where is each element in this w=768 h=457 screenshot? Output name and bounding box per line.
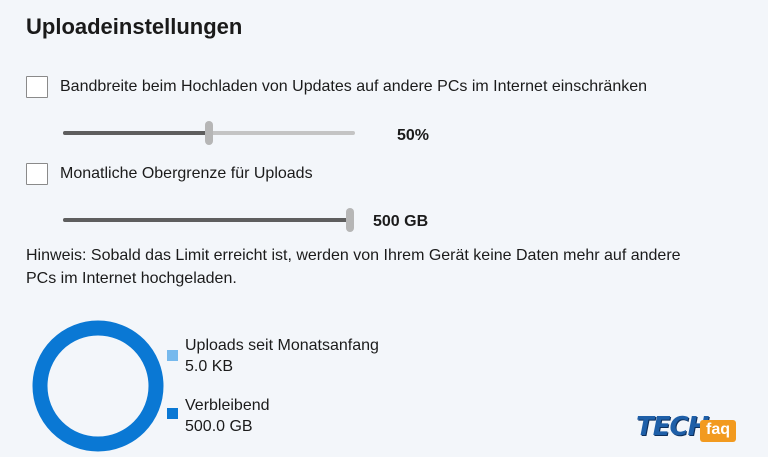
- monthly-cap-slider-thumb[interactable]: [346, 208, 354, 232]
- page-title: Uploadeinstellungen: [26, 14, 243, 39]
- logo-faq-badge: faq: [700, 420, 736, 442]
- monthly-cap-checkbox[interactable]: [26, 163, 48, 185]
- bandwidth-slider-fill: [63, 131, 209, 135]
- logo-tech-text: TECH: [636, 412, 709, 442]
- legend-uploaded-label: Uploads seit Monatsanfang: [185, 337, 379, 354]
- bandwidth-limit-label: Bandbreite beim Hochladen von Updates au…: [60, 78, 648, 95]
- legend-uploaded-swatch: [167, 350, 178, 361]
- techfaq-logo: TECH faq: [632, 410, 744, 446]
- limit-hint-text: Hinweis: Sobald das Limit erreicht ist, …: [26, 247, 681, 287]
- usage-donut-chart: [32, 320, 164, 452]
- bandwidth-slider[interactable]: [63, 121, 355, 145]
- bandwidth-limit-checkbox[interactable]: [26, 76, 48, 98]
- bandwidth-limit-option[interactable]: Bandbreite beim Hochladen von Updates au…: [26, 76, 647, 98]
- monthly-cap-label: Monatliche Obergrenze für Uploads: [60, 165, 313, 182]
- monthly-cap-option[interactable]: Monatliche Obergrenze für Uploads: [26, 163, 313, 185]
- monthly-cap-slider[interactable]: [63, 208, 354, 232]
- bandwidth-slider-thumb[interactable]: [205, 121, 213, 145]
- legend-remaining-label: Verbleibend: [185, 397, 270, 414]
- bandwidth-slider-value: 50%: [397, 127, 430, 144]
- monthly-cap-slider-value: 500 GB: [373, 213, 429, 230]
- donut-remaining-ring: [32, 320, 164, 452]
- legend-uploaded-value: 5.0 KB: [185, 358, 234, 375]
- legend-remaining-value: 500.0 GB: [185, 418, 253, 435]
- legend-remaining-swatch: [167, 408, 178, 419]
- monthly-cap-slider-fill: [63, 218, 350, 222]
